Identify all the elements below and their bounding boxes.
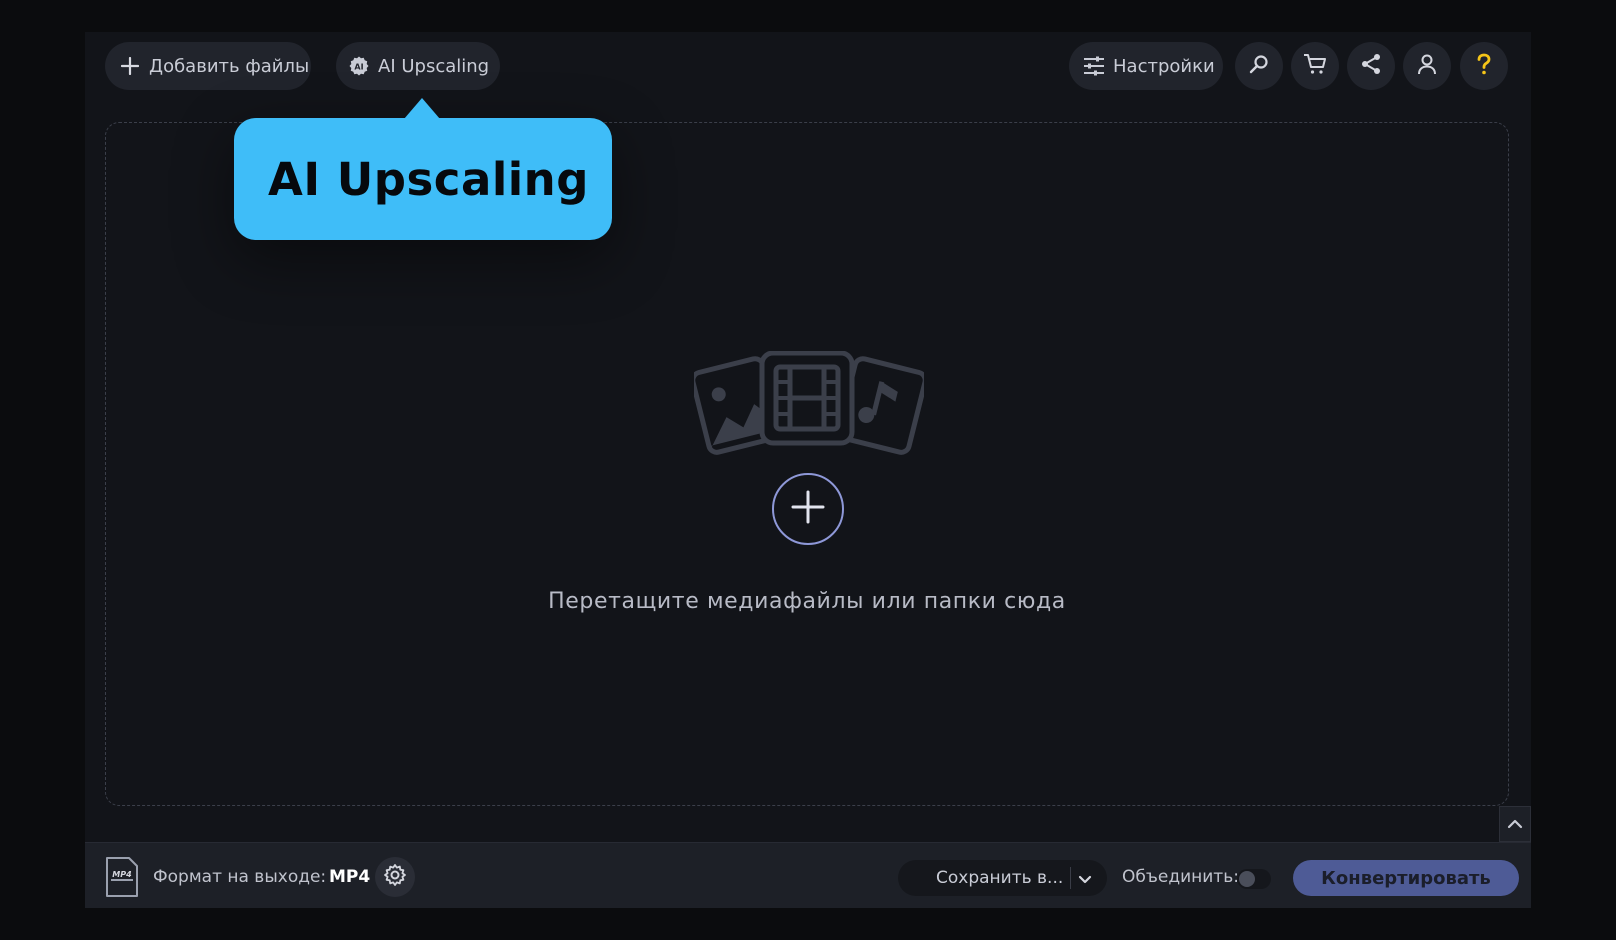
add-media-circle-button[interactable] — [772, 473, 844, 545]
drop-instructions: Перетащите медиафайлы или папки сюда — [548, 589, 1066, 614]
merge-label: Объединить: — [1122, 867, 1239, 887]
mp4-file-icon: MP4 — [104, 855, 140, 899]
sliders-icon — [1083, 55, 1105, 77]
share-button[interactable] — [1347, 42, 1395, 90]
user-icon — [1416, 53, 1438, 79]
bottom-bar: MP4 Формат на выходе: MP4 Сохранить в...… — [85, 842, 1531, 908]
add-files-button[interactable]: Добавить файлы — [105, 42, 311, 90]
save-to-dropdown[interactable]: Сохранить в... — [898, 860, 1107, 896]
chevron-up-icon — [1507, 815, 1523, 834]
cart-button[interactable] — [1291, 42, 1339, 90]
account-button[interactable] — [1403, 42, 1451, 90]
output-format-label: Формат на выходе: — [153, 867, 327, 887]
format-settings-button[interactable] — [375, 857, 415, 897]
gear-icon — [383, 863, 407, 891]
video-file-icon — [759, 350, 855, 446]
media-files-illustration — [690, 350, 928, 455]
ai-upscaling-label: AI Upscaling — [378, 55, 490, 77]
output-format-value[interactable]: MP4 — [329, 867, 370, 887]
ai-chip-icon: AI — [348, 55, 370, 77]
chevron-down-icon[interactable] — [1078, 871, 1092, 890]
search-button[interactable] — [1235, 42, 1283, 90]
help-button[interactable] — [1460, 42, 1508, 90]
add-files-label: Добавить файлы — [149, 55, 310, 77]
app-window: Добавить файлы AI AI Upscaling Настройки — [85, 32, 1531, 908]
tooltip-text: AI Upscaling — [268, 152, 589, 206]
search-icon — [1248, 53, 1270, 79]
merge-toggle[interactable] — [1237, 869, 1271, 889]
ai-upscaling-tooltip: AI Upscaling — [234, 98, 612, 240]
plus-icon — [119, 55, 141, 77]
dropdown-divider — [1070, 867, 1071, 889]
plus-icon — [791, 490, 825, 528]
ai-upscaling-button[interactable]: AI AI Upscaling — [336, 42, 500, 90]
convert-label: Конвертировать — [1321, 867, 1491, 889]
settings-label: Настройки — [1113, 55, 1215, 77]
share-icon — [1360, 53, 1382, 79]
svg-text:AI: AI — [354, 63, 363, 72]
collapse-panel-button[interactable] — [1499, 806, 1531, 842]
toggle-knob — [1239, 871, 1255, 887]
settings-button[interactable]: Настройки — [1069, 42, 1223, 90]
convert-button[interactable]: Конвертировать — [1293, 860, 1519, 896]
save-to-label: Сохранить в... — [936, 868, 1064, 888]
cart-icon — [1303, 53, 1327, 79]
question-mark-icon — [1475, 52, 1493, 80]
mp4-file-icon-text: MP4 — [112, 870, 132, 879]
